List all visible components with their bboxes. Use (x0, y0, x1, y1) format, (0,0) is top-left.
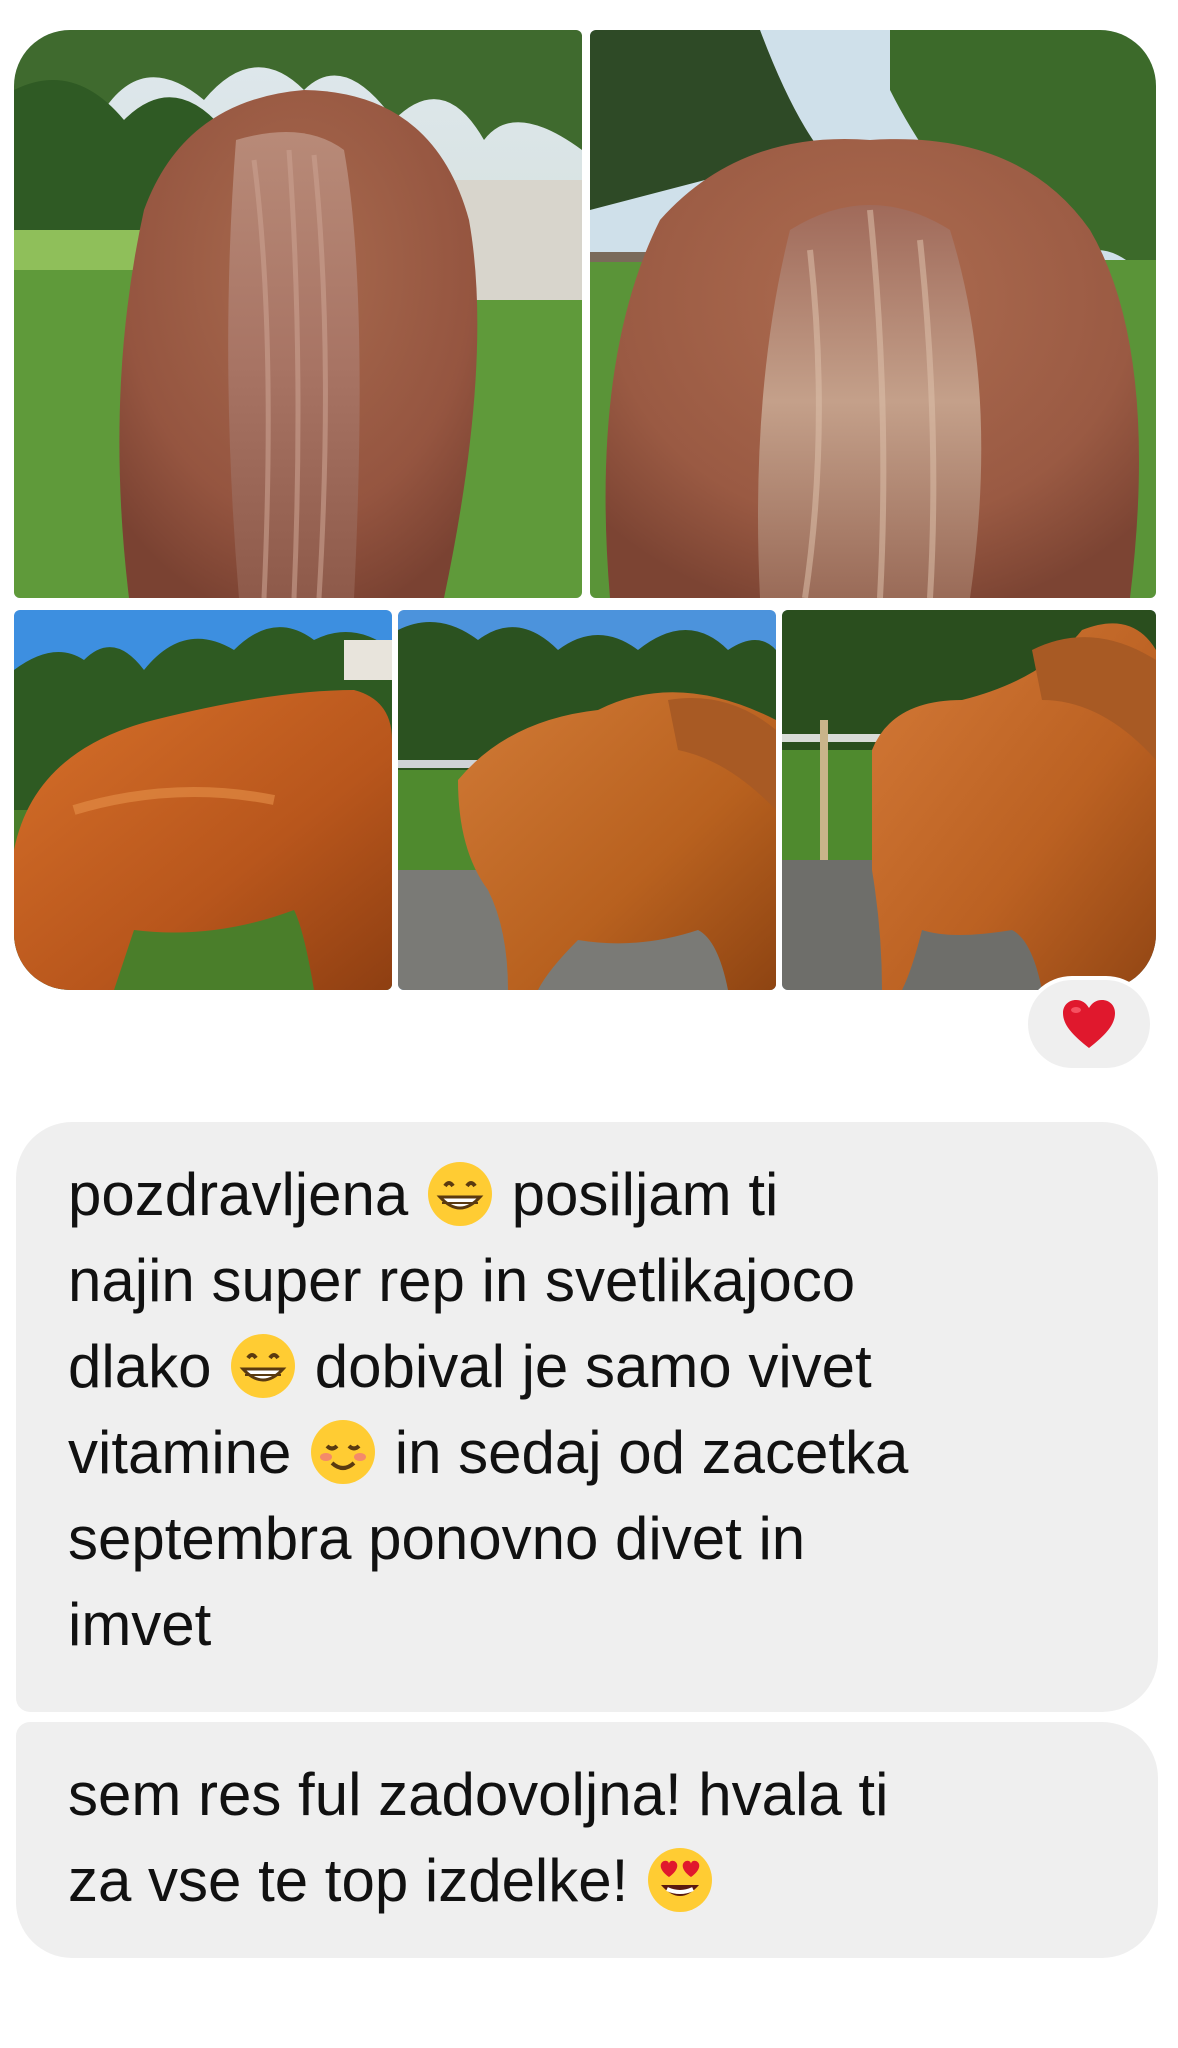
photo-collage[interactable] (14, 30, 1156, 990)
message-text: vitamine (68, 1419, 309, 1486)
message-text: in sedaj od zacetka (378, 1419, 909, 1486)
message-line: sem res ful zadovoljna! hvala ti (68, 1752, 1106, 1838)
message-line: pozdravljena posiljam ti (68, 1152, 1106, 1238)
message-line: za vse te top izdelke! (68, 1838, 1106, 1924)
message-bubble-1[interactable]: pozdravljena posiljam ti najin super rep… (16, 1122, 1158, 1712)
message-text: septembra ponovno divet in (68, 1505, 806, 1572)
chat-screen: pozdravljena posiljam ti najin super rep… (0, 0, 1178, 2048)
message-text: najin super rep in svetlikajoco (68, 1247, 856, 1314)
message-text: imvet (68, 1591, 212, 1658)
message-line: dlako dobival je samo vivet (68, 1324, 1106, 1410)
message-text: dlako (68, 1333, 229, 1400)
message-line: imvet (68, 1582, 1106, 1668)
photo-horse-side-1[interactable] (14, 610, 392, 990)
smiling-face-icon (308, 1417, 378, 1487)
photo-horse-side-3[interactable] (782, 610, 1156, 990)
message-line: vitamine in sedaj od zacetka (68, 1410, 1106, 1496)
message-text: sem res ful zadovoljna! hvala ti (68, 1761, 889, 1828)
heart-eyes-face-icon (645, 1845, 715, 1915)
red-heart-icon (1063, 1000, 1115, 1048)
message-text: za vse te top izdelke! (68, 1847, 645, 1914)
photo-horse-side-2[interactable] (398, 610, 776, 990)
photo-horse-tail-1[interactable] (14, 30, 582, 598)
reaction-badge[interactable] (1024, 976, 1154, 1072)
grinning-face-icon (425, 1159, 495, 1229)
message-bubble-2[interactable]: sem res ful zadovoljna! hvala ti za vse … (16, 1722, 1158, 1958)
grinning-face-icon (228, 1331, 298, 1401)
message-text: dobival je samo vivet (298, 1333, 872, 1400)
message-line: najin super rep in svetlikajoco (68, 1238, 1106, 1324)
message-text: pozdravljena (68, 1161, 425, 1228)
message-text: posiljam ti (494, 1161, 779, 1228)
photo-horse-tail-2[interactable] (590, 30, 1156, 598)
message-line: septembra ponovno divet in (68, 1496, 1106, 1582)
